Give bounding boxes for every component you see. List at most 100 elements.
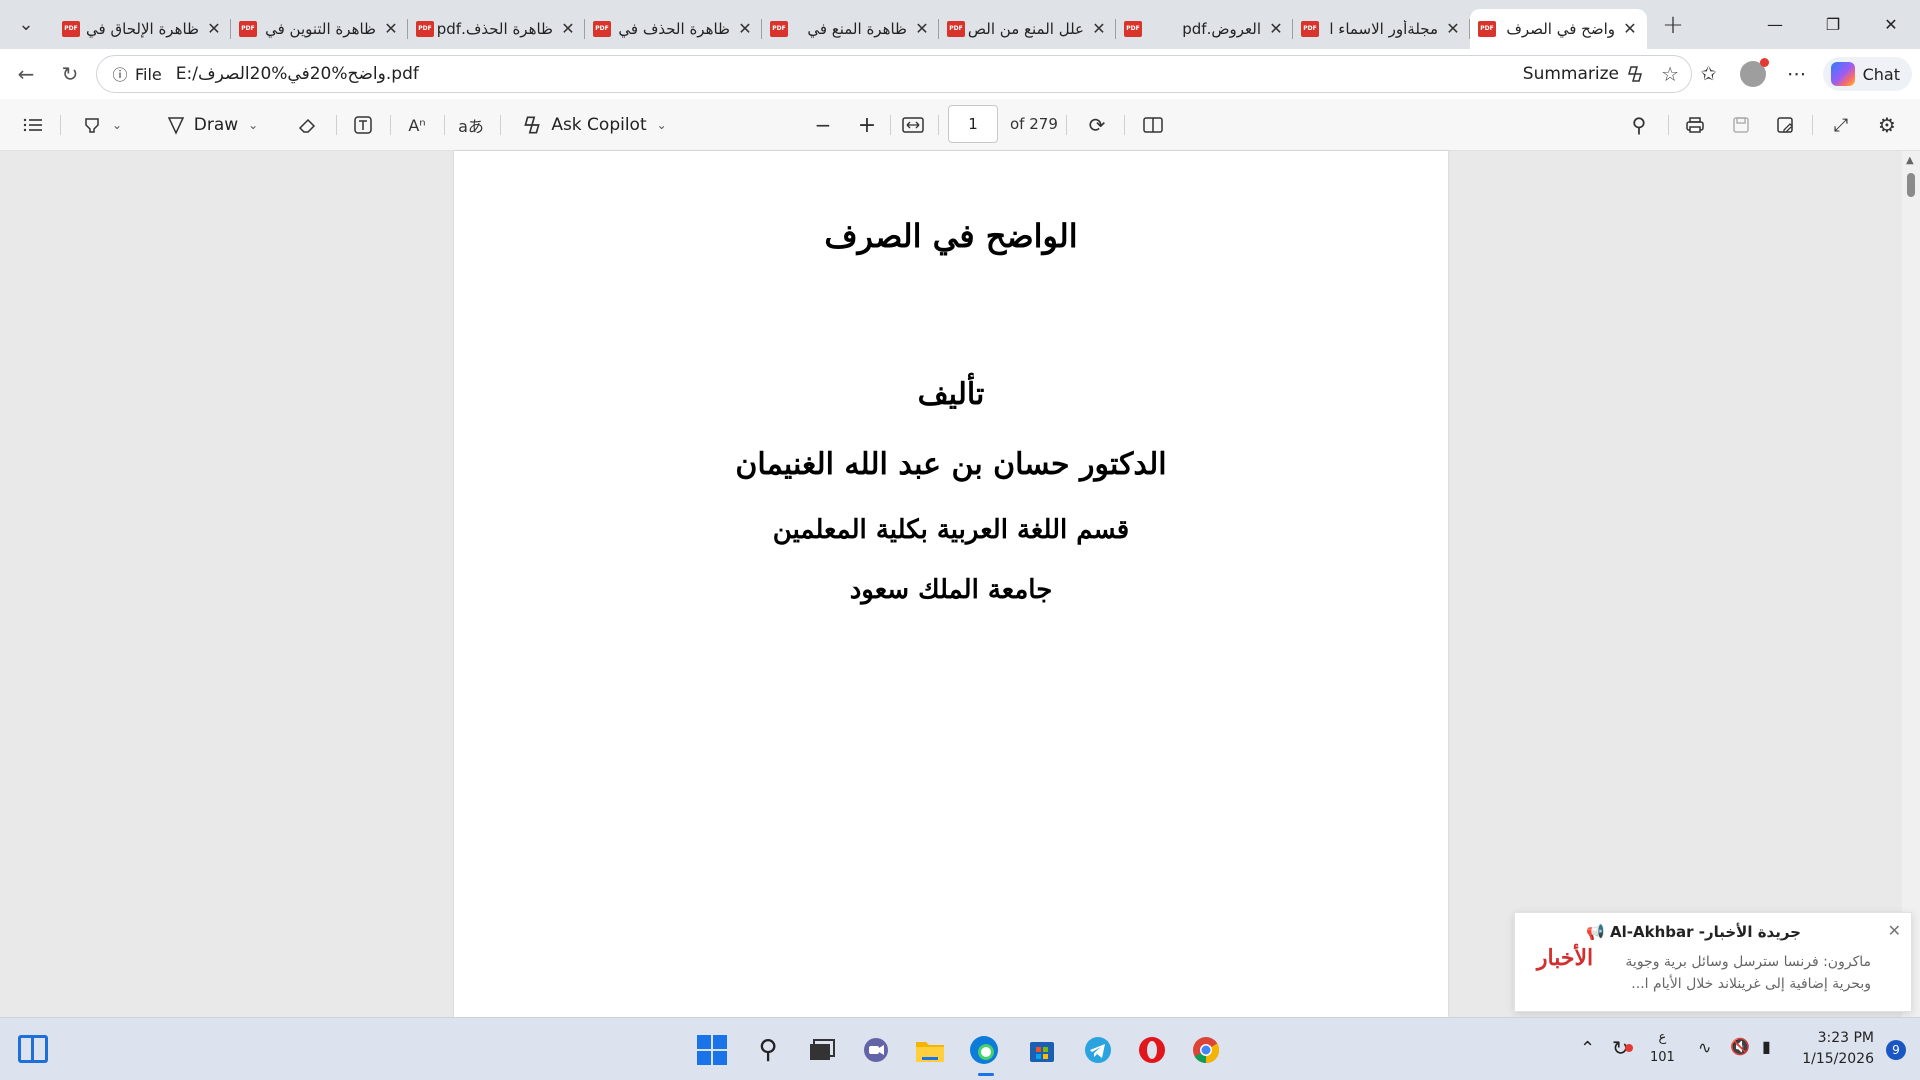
opera-button[interactable] — [1132, 1030, 1172, 1070]
search-button[interactable]: ⚲ — [1624, 107, 1654, 143]
address-bar[interactable]: ⓘ File E:/واضح%20في%20الصرف.pdf Summariz… — [96, 55, 1692, 93]
notification-count-badge[interactable]: 9 — [1886, 1040, 1906, 1060]
update-icon[interactable]: ↻ — [1612, 1036, 1633, 1060]
weather-widget[interactable]: ع 101 — [1650, 1028, 1675, 1068]
print-button[interactable] — [1680, 107, 1710, 143]
close-tab-icon[interactable]: ✕ — [1267, 19, 1285, 38]
al-akhbar-logo: الأخبار — [1536, 945, 1594, 971]
rotate-icon: ⟳ — [1088, 113, 1106, 137]
more-menu-button[interactable]: ⋯ — [1775, 56, 1819, 92]
active-app-indicator — [978, 1073, 994, 1076]
chevron-down-icon[interactable]: ⌄ — [657, 118, 667, 132]
page-number-input[interactable]: 1 — [948, 105, 998, 143]
erase-button[interactable] — [292, 107, 322, 143]
minus-icon: − — [814, 113, 832, 137]
table-of-contents-button[interactable] — [18, 107, 48, 143]
close-tab-icon[interactable]: ✕ — [1444, 19, 1462, 38]
close-tab-icon[interactable]: ✕ — [736, 19, 754, 38]
close-tab-icon[interactable]: ✕ — [1621, 19, 1639, 38]
chrome-icon — [1193, 1037, 1220, 1064]
fullscreen-button[interactable]: ⤢ — [1826, 107, 1856, 143]
save-as-button[interactable] — [1770, 107, 1800, 143]
pdf-viewer[interactable]: الواضح في الصرف تأليف الدكتور حسان بن عب… — [0, 151, 1920, 1017]
close-tab-icon[interactable]: ✕ — [1090, 19, 1108, 38]
tab-9-active[interactable]: PDF واضح في الصرف ✕ — [1470, 8, 1647, 49]
favorites-button[interactable]: ✩ — [1687, 56, 1731, 92]
chrome-button[interactable] — [1186, 1030, 1226, 1070]
fit-to-width-button[interactable] — [898, 107, 928, 143]
file-explorer-button[interactable] — [910, 1030, 950, 1070]
tab-4[interactable]: PDF ظاهرة الحذف في ✕ — [585, 9, 762, 49]
tab-8[interactable]: PDF مجلةأور الاسماء ا ✕ — [1293, 9, 1470, 49]
telegram-button[interactable] — [1078, 1030, 1118, 1070]
profile-button[interactable] — [1731, 56, 1775, 92]
chevron-down-icon[interactable]: ⌄ — [112, 118, 122, 132]
new-tab-button[interactable]: + — [1653, 7, 1693, 43]
add-text-button[interactable] — [348, 107, 378, 143]
wifi-icon[interactable]: ∿ — [1698, 1038, 1711, 1057]
minimize-icon: — — [1767, 15, 1783, 34]
minimize-button[interactable]: — — [1746, 0, 1804, 49]
info-icon[interactable]: ⓘ — [105, 64, 135, 85]
vertical-scrollbar[interactable]: ▲ — [1902, 151, 1920, 1017]
clock[interactable]: 3:23 PM 1/15/2026 — [1802, 1028, 1874, 1070]
tab-1[interactable]: PDF ظاهرة الإلحاق في ✕ — [54, 9, 231, 49]
tab-actions-menu-button[interactable]: ⌄ — [6, 7, 46, 43]
microsoft-store-button[interactable] — [1022, 1030, 1062, 1070]
news-notification[interactable]: ✕ جريدة الأخبار- Al-Akhbar 📢 ماكرون: فرن… — [1514, 912, 1912, 1012]
highlight-button[interactable]: ⌄ — [74, 107, 130, 143]
task-view-button[interactable] — [802, 1030, 842, 1070]
draw-button[interactable]: Draw ⌄ — [156, 107, 268, 143]
tab-3[interactable]: PDF ظاهرة الحذف.pdf ✕ — [408, 9, 585, 49]
video-chat-icon — [864, 1038, 888, 1062]
close-tab-icon[interactable]: ✕ — [205, 19, 223, 38]
save-button[interactable] — [1726, 107, 1756, 143]
url-text[interactable]: E:/واضح%20في%20الصرف.pdf — [176, 64, 419, 84]
close-tab-icon[interactable]: ✕ — [382, 19, 400, 38]
scrollbar-thumb[interactable] — [1907, 173, 1915, 197]
summarize-button[interactable]: Summarize — [1523, 64, 1645, 84]
restore-button[interactable]: ❐ — [1804, 0, 1862, 49]
tab-2[interactable]: PDF ظاهرة التنوين في ✕ — [231, 9, 408, 49]
tab-5[interactable]: PDF ظاهرة المنع في ✕ — [762, 9, 939, 49]
close-icon[interactable]: ✕ — [1888, 921, 1901, 940]
zoom-out-button[interactable]: − — [808, 107, 838, 143]
search-taskbar-button[interactable]: ⚲ — [748, 1030, 788, 1070]
refresh-button[interactable]: ↻ — [50, 56, 90, 92]
ask-copilot-label: Ask Copilot — [551, 115, 647, 135]
ask-copilot-button[interactable]: Ask Copilot ⌄ — [518, 107, 670, 143]
pdf-file-icon: PDF — [239, 20, 257, 37]
chevron-down-icon[interactable]: ⌄ — [248, 118, 258, 132]
zoom-in-button[interactable]: + — [852, 107, 882, 143]
speaker-muted-icon[interactable]: 🔇 — [1730, 1037, 1750, 1056]
back-button[interactable]: ← — [6, 56, 46, 92]
edge-button[interactable] — [964, 1030, 1004, 1070]
avatar — [1739, 58, 1769, 87]
tab-6[interactable]: PDF علل المنع من الص ✕ — [939, 9, 1116, 49]
rotate-button[interactable]: ⟳ — [1082, 107, 1112, 143]
chevron-up-icon[interactable]: ⌃ — [1580, 1038, 1595, 1059]
scroll-up-arrow-icon[interactable]: ▲ — [1906, 155, 1914, 166]
read-aloud-button[interactable]: Aⁿ — [402, 107, 432, 143]
page-view-button[interactable] — [1138, 107, 1168, 143]
tab-7[interactable]: PDF العروض.pdf ✕ — [1116, 9, 1293, 49]
copilot-chat-button[interactable]: Chat — [1822, 57, 1912, 91]
summarize-label: Summarize — [1522, 64, 1619, 84]
system-tray: ⌃ ↻ ع 101 ∿ 🔇 ▮ — [1580, 1018, 1820, 1080]
windows-logo-icon — [697, 1035, 727, 1065]
translate-button[interactable]: aあ — [456, 107, 486, 143]
close-tab-icon[interactable]: ✕ — [913, 19, 931, 38]
close-window-button[interactable]: ✕ — [1862, 0, 1920, 49]
author-name: الدكتور حسان بن عبد الله الغنيمان — [735, 447, 1167, 482]
close-tab-icon[interactable]: ✕ — [559, 19, 577, 38]
settings-button[interactable]: ⚙ — [1872, 107, 1902, 143]
widgets-icon[interactable] — [18, 1035, 48, 1063]
start-button[interactable] — [692, 1030, 732, 1070]
taskbar: ⚲ ⌃ ↻ ع 101 ∿ 🔇 ▮ 3:23 PM 1/15/2026 9 — [0, 1017, 1920, 1080]
pdf-file-icon: PDF — [947, 20, 965, 37]
teams-meet-button[interactable] — [856, 1030, 896, 1070]
weather-value: 101 — [1650, 1050, 1675, 1065]
favorite-star-icon[interactable]: ☆ — [1661, 62, 1679, 86]
authorship-label: تأليف — [917, 377, 985, 412]
battery-icon[interactable]: ▮ — [1762, 1037, 1771, 1056]
